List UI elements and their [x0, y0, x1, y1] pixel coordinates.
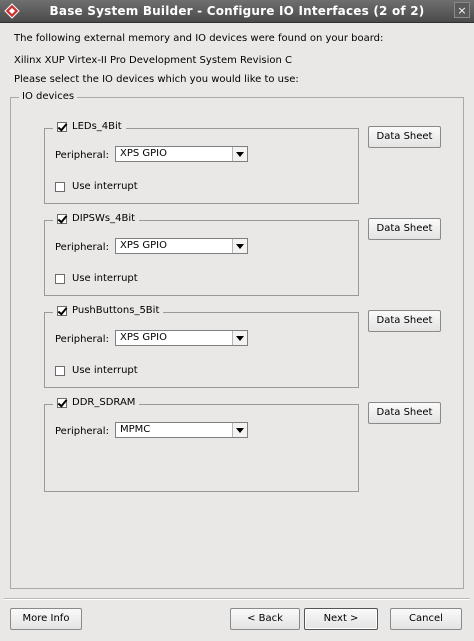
- window-title: Base System Builder - Configure IO Inter…: [49, 4, 425, 18]
- chevron-down-icon[interactable]: [232, 239, 247, 253]
- use-interrupt-label: Use interrupt: [72, 365, 138, 376]
- use-interrupt-checkbox[interactable]: [55, 273, 65, 284]
- peripheral-label: Peripheral:: [55, 426, 109, 437]
- device-name: PushButtons_5Bit: [72, 305, 160, 316]
- device-enable-checkbox[interactable]: [57, 121, 67, 132]
- device-name: DDR_SDRAM: [72, 397, 136, 408]
- peripheral-select[interactable]: XPS GPIO: [115, 238, 248, 254]
- footer-divider: [4, 598, 470, 600]
- data-sheet-button[interactable]: Data Sheet: [368, 218, 441, 240]
- more-info-button[interactable]: More Info: [10, 608, 82, 630]
- chevron-down-icon[interactable]: [232, 147, 247, 161]
- back-button[interactable]: < Back: [230, 608, 300, 630]
- peripheral-select[interactable]: MPMC: [115, 422, 248, 438]
- use-interrupt-label: Use interrupt: [72, 181, 138, 192]
- device-enable-checkbox[interactable]: [57, 397, 67, 408]
- use-interrupt-checkbox[interactable]: [55, 181, 65, 192]
- device-leds: LEDs_4Bit Peripheral: XPS GPIO Use inter…: [44, 121, 359, 204]
- cancel-button[interactable]: Cancel: [390, 608, 462, 630]
- peripheral-select[interactable]: XPS GPIO: [115, 146, 248, 162]
- use-interrupt-option[interactable]: Use interrupt: [55, 365, 138, 376]
- data-sheet-button[interactable]: Data Sheet: [368, 126, 441, 148]
- title-bar: Base System Builder - Configure IO Inter…: [0, 0, 474, 23]
- io-devices-group: IO devices LEDs_4Bit Peripheral: XPS GPI…: [10, 91, 464, 589]
- chevron-down-icon[interactable]: [232, 423, 247, 437]
- next-button[interactable]: Next >: [304, 608, 378, 630]
- device-dipsws: DIPSWs_4Bit Peripheral: XPS GPIO Use int…: [44, 213, 359, 296]
- device-pushbuttons: PushButtons_5Bit Peripheral: XPS GPIO Us…: [44, 305, 359, 388]
- peripheral-label: Peripheral:: [55, 242, 109, 253]
- device-enable-checkbox[interactable]: [57, 305, 67, 316]
- close-icon[interactable]: ×: [454, 2, 470, 18]
- device-name: DIPSWs_4Bit: [72, 213, 136, 224]
- use-interrupt-label: Use interrupt: [72, 273, 138, 284]
- use-interrupt-option[interactable]: Use interrupt: [55, 181, 138, 192]
- use-interrupt-option[interactable]: Use interrupt: [55, 273, 138, 284]
- data-sheet-button[interactable]: Data Sheet: [368, 402, 441, 424]
- device-name: LEDs_4Bit: [72, 121, 122, 132]
- peripheral-value: MPMC: [120, 424, 151, 435]
- use-interrupt-checkbox[interactable]: [55, 365, 65, 376]
- device-enable-checkbox[interactable]: [57, 213, 67, 224]
- peripheral-label: Peripheral:: [55, 334, 109, 345]
- device-ddr-sdram: DDR_SDRAM Peripheral: MPMC: [44, 397, 359, 492]
- peripheral-select[interactable]: XPS GPIO: [115, 330, 248, 346]
- io-devices-label: IO devices: [19, 91, 78, 102]
- peripheral-label: Peripheral:: [55, 150, 109, 161]
- data-sheet-button[interactable]: Data Sheet: [368, 310, 441, 332]
- peripheral-value: XPS GPIO: [120, 240, 168, 251]
- intro-text: The following external memory and IO dev…: [14, 33, 384, 44]
- select-prompt: Please select the IO devices which you w…: [14, 74, 299, 85]
- peripheral-value: XPS GPIO: [120, 148, 168, 159]
- peripheral-value: XPS GPIO: [120, 332, 168, 343]
- chevron-down-icon[interactable]: [232, 331, 247, 345]
- board-name: Xilinx XUP Virtex-II Pro Development Sys…: [14, 55, 292, 66]
